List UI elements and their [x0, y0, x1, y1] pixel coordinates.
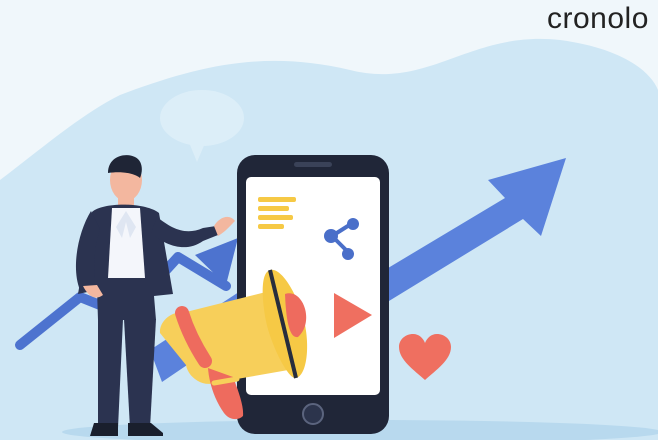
speech-cloud	[160, 90, 244, 146]
phone-speaker-icon	[294, 162, 332, 167]
marketing-illustration	[0, 0, 658, 440]
left-shoe	[90, 423, 118, 436]
illustration-canvas: cronolo	[0, 0, 658, 440]
brand-wordmark: cronolo	[547, 2, 649, 35]
home-button-icon	[302, 403, 324, 425]
